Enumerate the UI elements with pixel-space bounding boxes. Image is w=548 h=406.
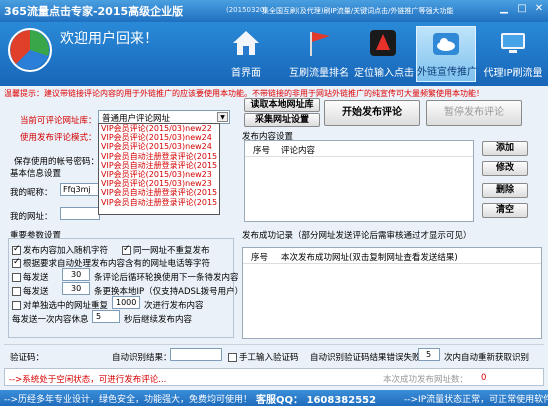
start-publish-button[interactable]: 开始发布评论	[324, 100, 420, 126]
title-bar: 365流量点击专家-2015高级企业版 (20150320) 集全国互刷(及代理…	[0, 0, 548, 22]
add-button[interactable]: 添加	[482, 141, 528, 156]
dropdown-option[interactable]: VIP会员自动注册登录评论(2015	[99, 198, 219, 207]
nav-proxy-ip[interactable]: 代理IP刷流量	[480, 26, 546, 82]
checkbox[interactable]	[12, 273, 21, 282]
footer-qq: 客服QQ： 1608382552	[256, 395, 377, 406]
opt-rest-label: 每发送一次内容休息	[12, 315, 89, 325]
dropdown-option[interactable]: VIP会员评论(2015/03)new24	[99, 133, 219, 142]
dropdown-option[interactable]: VIP会员评论(2015/03)new23	[99, 179, 219, 188]
dropdown-option[interactable]: VIP会员自动注册登录评论(2015	[99, 188, 219, 197]
pause-publish-button[interactable]: 暂停发布评论	[426, 100, 522, 126]
column-header: 本次发布成功网址(双击复制网址查看发送结果)	[281, 253, 458, 263]
nav-label: 外链宣传推广	[417, 67, 477, 78]
success-title: 发布成功记录（部分网址发送评论后需审核通过才显示可见）	[242, 231, 472, 241]
nickname-value: Ffq3mj	[63, 185, 91, 194]
opt-rotate-text: 条评论后循环轮换使用下一条待发内容	[94, 273, 239, 283]
url-library-select[interactable]: 普通用户评论网址 ▼	[98, 110, 230, 124]
nav-label: 互刷流量排名	[289, 68, 349, 79]
captcha-fail-label: 自动识别验证码结果错误失败数	[310, 353, 430, 363]
success-table[interactable]: 序号 本次发布成功网址(双击复制网址查看发送结果)	[242, 247, 542, 339]
checkbox[interactable]	[228, 353, 237, 362]
nav-label: 代理IP刷流量	[483, 68, 543, 79]
monitor-icon	[501, 33, 525, 53]
chevron-down-icon[interactable]: ▼	[217, 112, 228, 122]
column-header: 序号	[251, 253, 269, 263]
comment-table-header: 序号 评论内容	[245, 141, 473, 157]
opt-change-ip[interactable]: 每发送	[12, 285, 49, 297]
minimize-icon[interactable]: ▁	[496, 2, 512, 15]
footer-bar: -->历经多年专业设计，绿色安全，功能强大，免费均可使用！ 客服QQ： 1608…	[0, 390, 548, 406]
current-url-label: 当前可评论网址库：	[20, 116, 97, 126]
checkbox[interactable]	[12, 301, 21, 310]
captcha-fail-input[interactable]: 5	[418, 348, 440, 361]
checkbox[interactable]	[12, 287, 21, 296]
window-title: 365流量点击专家-2015高级企业版	[4, 5, 184, 18]
opt-no-duplicate[interactable]: 同一网址不重复发布	[122, 244, 210, 256]
nav-label: 定位输入点击	[354, 68, 414, 79]
comment-table[interactable]: 序号 评论内容	[244, 140, 474, 222]
nav-link-promotion[interactable]: 外链宣传推广	[416, 26, 477, 82]
column-header: 评论内容	[281, 146, 316, 156]
my-url-input[interactable]	[60, 207, 100, 220]
nickname-input[interactable]: Ffq3mj	[60, 183, 100, 196]
window-subtitle: 集全国互刷(及代理)刷IP流量/关键词点击/外链推广等强大功能	[262, 7, 454, 15]
checkbox[interactable]	[122, 244, 131, 255]
my-url-label: 我的网址：	[10, 212, 53, 222]
welcome-text: 欢迎用户回来！	[60, 31, 158, 47]
dropdown-option[interactable]: VIP会员评论(2015/03)new22	[99, 124, 219, 133]
dropdown-option[interactable]: VIP会员自动注册登录评论(2015	[99, 161, 219, 170]
captcha-auto-result	[170, 348, 222, 361]
footer-left-text: -->历经多年专业设计，绿色安全，功能强大，免费均可使用！	[4, 395, 253, 405]
url-library-dropdown[interactable]: VIP会员评论(2015/03)new22 VIP会员评论(2015/03)ne…	[98, 123, 220, 215]
captcha-label: 验证码：	[10, 353, 45, 363]
column-header: 序号	[253, 146, 271, 156]
opt-repeat-text: 次进行发布内容	[144, 301, 204, 311]
nickname-label: 我的昵称：	[10, 188, 53, 198]
dropdown-option[interactable]: VIP会员评论(2015/03)new24	[99, 142, 219, 151]
captcha-fail-tail: 次内自动重新获取识别	[444, 353, 530, 363]
collect-url-settings-button[interactable]: 采集网址设置	[244, 113, 320, 127]
logo-icon	[8, 28, 52, 72]
manual-captcha-option[interactable]: 手工输入验证码	[228, 351, 299, 363]
window-version: (20150320)	[226, 6, 268, 14]
header-banner: 欢迎用户回来！ 首界面 互刷流量排名 定位输入点击 外链宣传推广 代理IP刷流量	[0, 22, 548, 86]
success-count-label: 本次成功发布网址数：	[383, 375, 469, 385]
clear-button[interactable]: 清空	[482, 203, 528, 218]
close-icon[interactable]: ✕	[531, 2, 547, 15]
dropdown-option[interactable]: VIP会员评论(2015/03)new23	[99, 170, 219, 179]
edit-button[interactable]: 修改	[482, 161, 528, 176]
delete-button[interactable]: 删除	[482, 183, 528, 198]
checkbox[interactable]	[12, 257, 21, 268]
status-line: -->系统处于空闲状态，可进行发布评论... 本次成功发布网址数： 0	[4, 368, 544, 386]
nav-locate-click[interactable]: 定位输入点击	[354, 26, 414, 82]
rest-seconds-input[interactable]: 5	[92, 310, 120, 323]
footer-right-text: -->IP流量状态正常，可正常使用软件...	[404, 395, 548, 405]
checkbox[interactable]	[12, 244, 21, 255]
read-local-library-button[interactable]: 读取本地网址库	[244, 98, 320, 112]
maximize-icon[interactable]: □	[514, 2, 530, 15]
house-icon	[233, 31, 259, 55]
repeat-count-input[interactable]: 1000	[112, 296, 140, 309]
status-message: -->系统处于空闲状态，可进行发布评论...	[9, 375, 167, 385]
nav-home[interactable]: 首界面	[218, 26, 274, 82]
flag-icon	[310, 32, 330, 56]
opt-rest-text: 秒后继续发布内容	[124, 315, 193, 325]
success-table-header: 序号 本次发布成功网址(双击复制网址查看发送结果)	[243, 248, 541, 264]
dropdown-option[interactable]: VIP会员自动注册登录评论(2015	[99, 152, 219, 161]
nav-label: 首界面	[231, 68, 261, 79]
success-count-value: 0	[481, 373, 487, 383]
target-icon	[370, 30, 396, 56]
saved-account-label: 保存使用的帐号密码：	[14, 157, 100, 167]
nav-traffic-rank[interactable]: 互刷流量排名	[286, 26, 352, 82]
ip-change-count-input[interactable]: 30	[62, 282, 90, 295]
opt-rotate-content[interactable]: 每发送	[12, 271, 49, 283]
opt-random-chars[interactable]: 发布内容加入随机字符	[12, 244, 108, 256]
cloud-icon	[433, 33, 459, 55]
mode-label: 使用发布评论模式：	[20, 133, 97, 143]
captcha-auto-label: 自动识别结果：	[112, 353, 172, 363]
opt-auto-process[interactable]: 根据要求自动处理发布内容含有的网址电话等字符	[12, 257, 210, 269]
basic-info-label: 基本信息设置	[10, 169, 62, 179]
rotate-count-input[interactable]: 30	[62, 268, 90, 281]
